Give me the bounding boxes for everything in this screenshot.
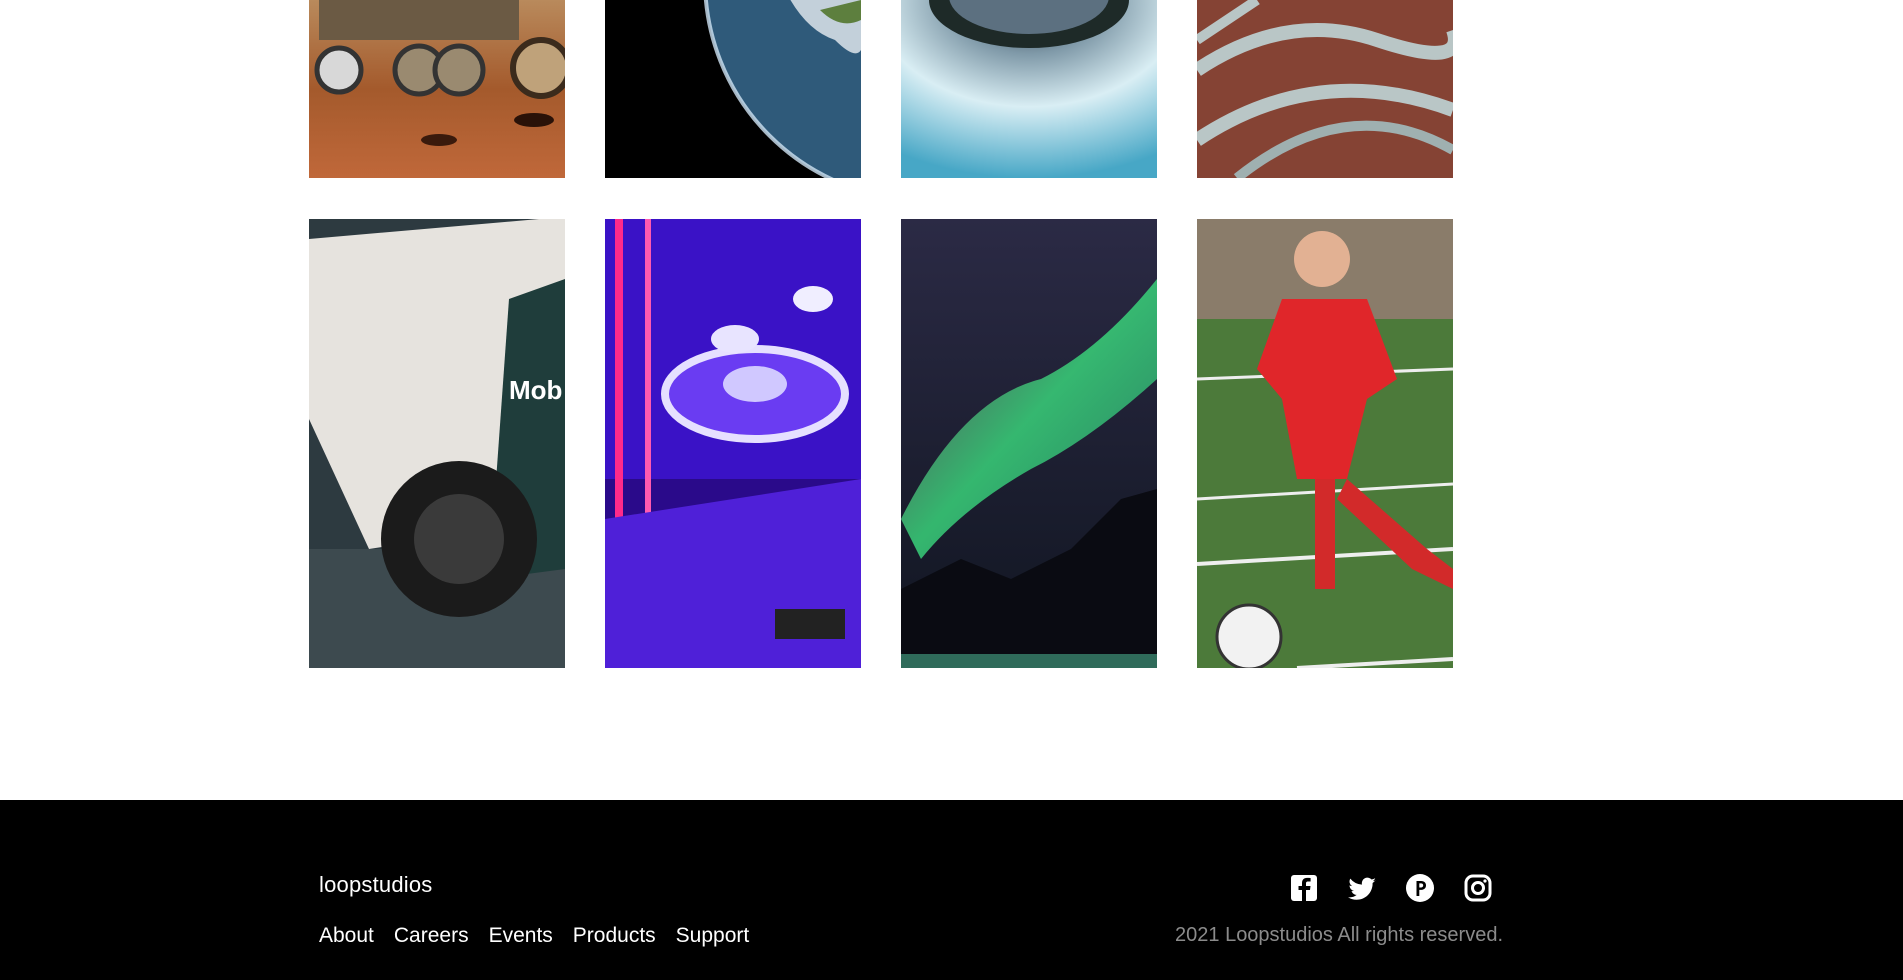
gallery-item-mars-rover[interactable] <box>309 0 565 178</box>
footer-link-events[interactable]: Events <box>489 924 553 948</box>
gallery-item-arcade-skeeball[interactable] <box>605 219 861 668</box>
gallery-item-fisheye-sky[interactable] <box>901 0 1157 178</box>
social-links <box>1288 872 1494 904</box>
facebook-icon[interactable] <box>1288 872 1320 904</box>
gallery-item-northern-lights[interactable] <box>901 219 1157 668</box>
footer-logo[interactable]: loopstudios <box>319 872 433 898</box>
svg-text:Mob: Mob <box>509 375 562 405</box>
gallery-item-earth-space[interactable] <box>605 0 861 178</box>
copyright-text: 2021 Loopstudios All rights reserved. <box>1175 924 1503 946</box>
footer-link-products[interactable]: Products <box>573 924 656 948</box>
pinterest-icon[interactable] <box>1404 872 1436 904</box>
gallery-item-aerial-roads[interactable] <box>1197 0 1453 178</box>
creations-gallery: Mob <box>0 0 1903 800</box>
footer-link-careers[interactable]: Careers <box>394 924 469 948</box>
twitter-icon[interactable] <box>1346 872 1378 904</box>
instagram-icon[interactable] <box>1462 872 1494 904</box>
gallery-item-race-car[interactable]: Mob <box>309 219 565 668</box>
footer-link-about[interactable]: About <box>319 924 374 948</box>
footer-link-support[interactable]: Support <box>676 924 750 948</box>
site-footer: loopstudios About Careers Events Product… <box>0 800 1903 980</box>
footer-nav: About Careers Events Products Support <box>319 924 749 948</box>
gallery-item-soccer-player[interactable] <box>1197 219 1453 668</box>
